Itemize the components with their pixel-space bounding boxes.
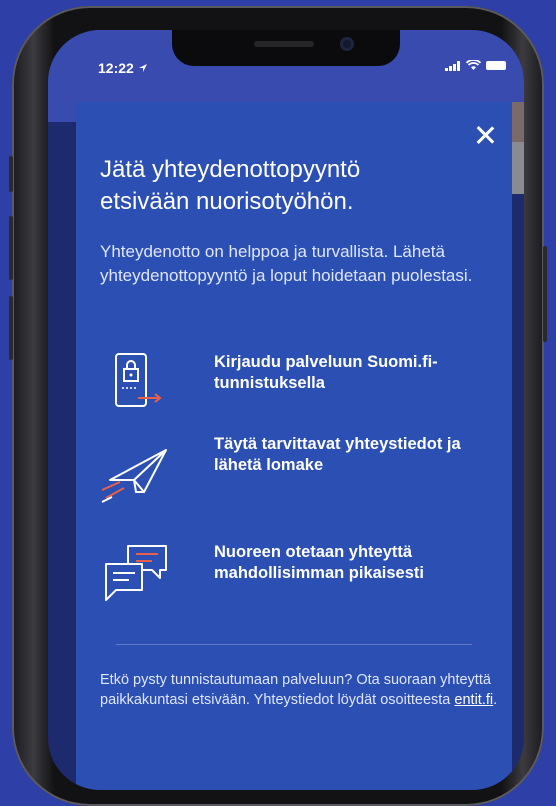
signal-icon — [445, 60, 460, 71]
phone-frame: 12:22 Jätä yhteydenottopyyntö etsivään n… — [9, 6, 547, 806]
chat-bubbles-icon — [105, 545, 167, 601]
phone-screen: 12:22 Jätä yhteydenottopyyntö etsivään n… — [48, 30, 524, 790]
status-time: 12:22 — [98, 60, 148, 76]
paper-plane-icon — [101, 449, 167, 503]
modal-title: Jätä yhteydenottopyyntö etsivään nuoriso… — [100, 156, 361, 215]
wifi-icon — [466, 60, 481, 70]
battery-icon — [486, 61, 506, 70]
step-fill-form-text: Täytä tarvittavat yhteystiedot ja lähetä… — [214, 435, 461, 474]
volume-up-button — [9, 216, 13, 280]
divider — [116, 644, 472, 645]
volume-down-button — [9, 296, 13, 360]
notch — [172, 30, 400, 66]
location-arrow-icon — [138, 64, 147, 72]
phone-lock-login-icon — [115, 353, 162, 407]
mute-switch — [9, 156, 13, 192]
speaker — [254, 41, 314, 47]
modal-intro: Yhteydenotto on helppoa ja turvallista. … — [100, 242, 473, 285]
footer-note: Etkö pysty tunnistautumaan palveluun? Ot… — [100, 672, 498, 708]
step-contact-text: Nuoreen otetaan yhteyttä mahdollisimman … — [214, 543, 424, 582]
status-icons — [445, 60, 506, 71]
contact-request-modal: Jätä yhteydenottopyyntö etsivään nuoriso… — [76, 102, 512, 790]
entit-fi-link[interactable]: entit.fi — [454, 692, 493, 708]
front-camera — [340, 37, 354, 51]
close-icon[interactable] — [474, 124, 496, 146]
power-button — [543, 246, 547, 342]
step-login-text: Kirjaudu palveluun Suomi.fi-tunnistuksel… — [214, 353, 438, 392]
